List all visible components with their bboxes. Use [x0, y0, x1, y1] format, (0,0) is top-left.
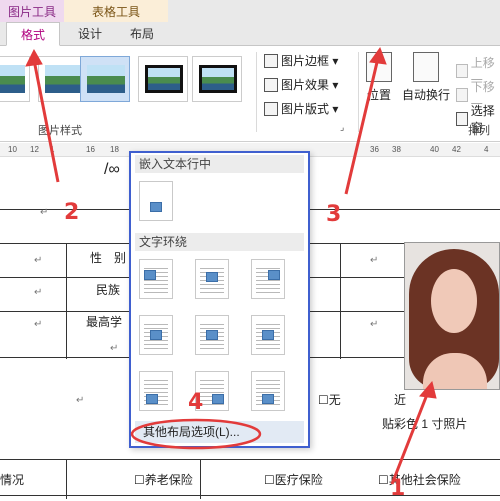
wrap-top-bottom-option[interactable]	[139, 315, 173, 355]
wrap-text-icon	[413, 52, 439, 82]
none-checkbox[interactable]: ☐无	[318, 391, 341, 408]
annotation-number-1: 1	[390, 476, 406, 501]
picture-layout-button[interactable]: 图片版式 ▾	[264, 100, 338, 117]
paragraph-mark: ↵	[110, 343, 119, 354]
position-icon	[366, 52, 392, 82]
annotation-number-2: 2	[64, 200, 80, 225]
recent-label: 近	[394, 393, 407, 407]
divider	[256, 52, 257, 132]
table-border	[0, 459, 500, 460]
picture-styles-gallery	[0, 52, 258, 112]
tab-layout[interactable]: 布局	[118, 22, 166, 46]
photo-caption: 贴彩色 1 寸照片	[382, 417, 468, 431]
picture-style-thumb-selected[interactable]	[80, 56, 130, 102]
table-border	[340, 243, 341, 359]
picture-styles-label: 图片样式	[38, 125, 82, 137]
table-border	[66, 459, 67, 499]
inline-section-header: 嵌入文本行中	[135, 155, 304, 173]
divider	[358, 52, 359, 132]
effects-icon	[264, 77, 278, 92]
doc-heading-fragment: /∞	[104, 161, 120, 178]
inline-with-text-option[interactable]	[139, 181, 173, 221]
bring-forward-icon	[456, 64, 468, 78]
education-label: 最高学	[86, 315, 123, 329]
paragraph-mark: ↵	[34, 255, 43, 266]
annotation-number-3: 3	[326, 202, 342, 227]
arrange-label: 排列	[468, 125, 490, 137]
context-picture-tools: 图片工具	[0, 0, 64, 22]
paragraph-mark: ↵	[40, 207, 49, 218]
table-border	[66, 243, 67, 359]
wrap-behind-text-option[interactable]	[195, 315, 229, 355]
picture-effects-button[interactable]: 图片效果 ▾	[264, 76, 338, 93]
gender-label: 性 别	[90, 251, 127, 265]
medical-checkbox[interactable]: ☐医疗保险	[264, 471, 323, 488]
tab-design[interactable]: 设计	[66, 22, 114, 46]
insurance-label: 情况	[0, 473, 25, 487]
wrap-option[interactable]	[251, 371, 285, 411]
pen-icon	[264, 53, 278, 68]
picture-style-thumb[interactable]	[0, 56, 30, 102]
layout-options-popup: 嵌入文本行中 文字环绕 其他布局选项(L)...	[129, 151, 310, 448]
wrap-option[interactable]	[139, 371, 173, 411]
table-border	[200, 459, 201, 499]
ribbon-body: 图片样式 图片边框 ▾ 图片效果 ▾ 图片版式 ▾ 位置 自动换行 上移一 下移…	[0, 46, 500, 142]
tab-format[interactable]: 格式	[6, 22, 60, 46]
photo-face	[431, 269, 477, 333]
paragraph-mark: ↵	[370, 319, 379, 330]
position-button[interactable]: 位置	[364, 52, 394, 103]
context-table-tools: 表格工具	[64, 0, 168, 22]
picture-style-thumb[interactable]	[138, 56, 188, 102]
selection-pane-icon	[456, 112, 468, 126]
more-layout-options-link[interactable]: 其他布局选项(L)...	[135, 421, 304, 443]
picture-style-thumb[interactable]	[192, 56, 242, 102]
wrap-text-button[interactable]: 自动换行	[400, 52, 452, 103]
send-backward-icon	[456, 88, 468, 102]
ribbon-tabs: 格式 设计 布局	[0, 22, 500, 46]
wrap-tight-option[interactable]	[195, 259, 229, 299]
wrap-front-text-option[interactable]	[251, 315, 285, 355]
pension-checkbox[interactable]: ☐养老保险	[134, 471, 193, 488]
paragraph-mark: ↵	[76, 395, 85, 406]
dialog-launcher-icon[interactable]: ⌟	[340, 122, 344, 133]
layout-icon	[264, 101, 278, 116]
wrap-square-option[interactable]	[139, 259, 173, 299]
wrap-section-header: 文字环绕	[135, 233, 304, 251]
paragraph-mark: ↵	[370, 255, 379, 266]
portrait-photo[interactable]	[404, 242, 500, 390]
paragraph-mark: ↵	[34, 287, 43, 298]
table-border	[0, 495, 500, 496]
ethnicity-label: 民族	[96, 283, 121, 297]
annotation-number-4: 4	[188, 390, 204, 415]
paragraph-mark: ↵	[34, 319, 43, 330]
picture-border-button[interactable]: 图片边框 ▾	[264, 52, 338, 69]
wrap-through-option[interactable]	[251, 259, 285, 299]
ribbon-title-bar	[168, 0, 500, 22]
